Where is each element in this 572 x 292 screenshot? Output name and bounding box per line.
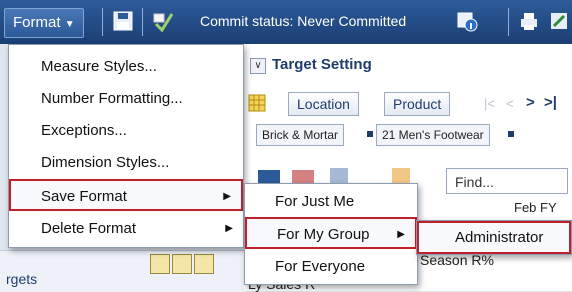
previous-page-icon[interactable]: <: [506, 96, 514, 111]
breadcrumb-mens-footwear[interactable]: 21 Men's Footwear: [376, 124, 490, 146]
submenu-arrow-icon: ▶: [397, 229, 405, 240]
chevron-down-icon: ▼: [64, 19, 75, 30]
column-header: Feb FY: [514, 200, 557, 215]
first-page-icon[interactable]: |<: [484, 96, 495, 111]
menu-item-delete-format[interactable]: Delete Format ▶: [9, 213, 243, 245]
menu-item-exceptions[interactable]: Exceptions...: [9, 115, 243, 147]
toolbar-divider: [508, 8, 509, 36]
grid-icon: [248, 94, 266, 112]
menu-item-save-format[interactable]: Save Format ▶: [9, 179, 243, 211]
panel-title: Target Setting: [272, 56, 372, 73]
menu-item-administrator[interactable]: Administrator: [417, 221, 571, 254]
left-panel-label: rgets: [6, 271, 38, 287]
format-label: Format: [13, 14, 61, 31]
location-dimension-button[interactable]: Location: [288, 92, 359, 116]
menu-item-label: Delete Format: [41, 220, 137, 237]
format-dropdown-menu: Measure Styles... Number Formatting... E…: [8, 44, 244, 248]
menu-item-for-my-group[interactable]: For My Group ▶: [245, 217, 417, 249]
new-item-icon[interactable]: [150, 254, 170, 274]
submenu-arrow-icon: ▶: [225, 223, 233, 234]
product-dimension-button[interactable]: Product: [384, 92, 451, 116]
last-page-icon[interactable]: >|: [544, 94, 557, 111]
commit-status-text: Commit status: Never Committed: [200, 13, 407, 29]
toolbar: Format ▼ Commit status: Never Committed: [0, 0, 572, 44]
group-submenu: Administrator: [416, 220, 572, 255]
toolbar-divider: [102, 8, 103, 36]
menu-item-for-everyone[interactable]: For Everyone: [245, 251, 417, 283]
open-folder-icon[interactable]: [194, 254, 214, 274]
export-icon[interactable]: [548, 10, 570, 32]
collapse-chevron-icon[interactable]: ∨: [250, 58, 266, 74]
next-page-icon[interactable]: >: [526, 94, 535, 111]
commit-icon[interactable]: [152, 10, 174, 32]
print-icon[interactable]: [518, 10, 540, 32]
menu-item-label: For My Group: [277, 226, 370, 243]
toolbar-divider: [142, 8, 143, 36]
menu-item-label: Save Format: [41, 188, 127, 205]
save-icon[interactable]: [112, 10, 134, 32]
find-input[interactable]: Find...: [446, 168, 568, 194]
breadcrumb-separator: [508, 131, 514, 137]
folder-icon[interactable]: [172, 254, 192, 274]
menu-item-dimension-styles[interactable]: Dimension Styles...: [9, 147, 243, 179]
menu-item-measure-styles[interactable]: Measure Styles...: [9, 51, 243, 83]
info-icon[interactable]: [456, 10, 478, 32]
breadcrumb-separator: [367, 131, 373, 137]
menu-item-for-just-me[interactable]: For Just Me: [245, 186, 417, 218]
submenu-arrow-icon: ▶: [223, 191, 231, 202]
menu-item-number-formatting[interactable]: Number Formatting...: [9, 83, 243, 115]
breadcrumb-brick-mortar[interactable]: Brick & Mortar: [256, 124, 345, 146]
format-menu-button[interactable]: Format ▼: [4, 8, 84, 38]
save-format-submenu: For Just Me For My Group ▶ For Everyone: [244, 183, 418, 285]
